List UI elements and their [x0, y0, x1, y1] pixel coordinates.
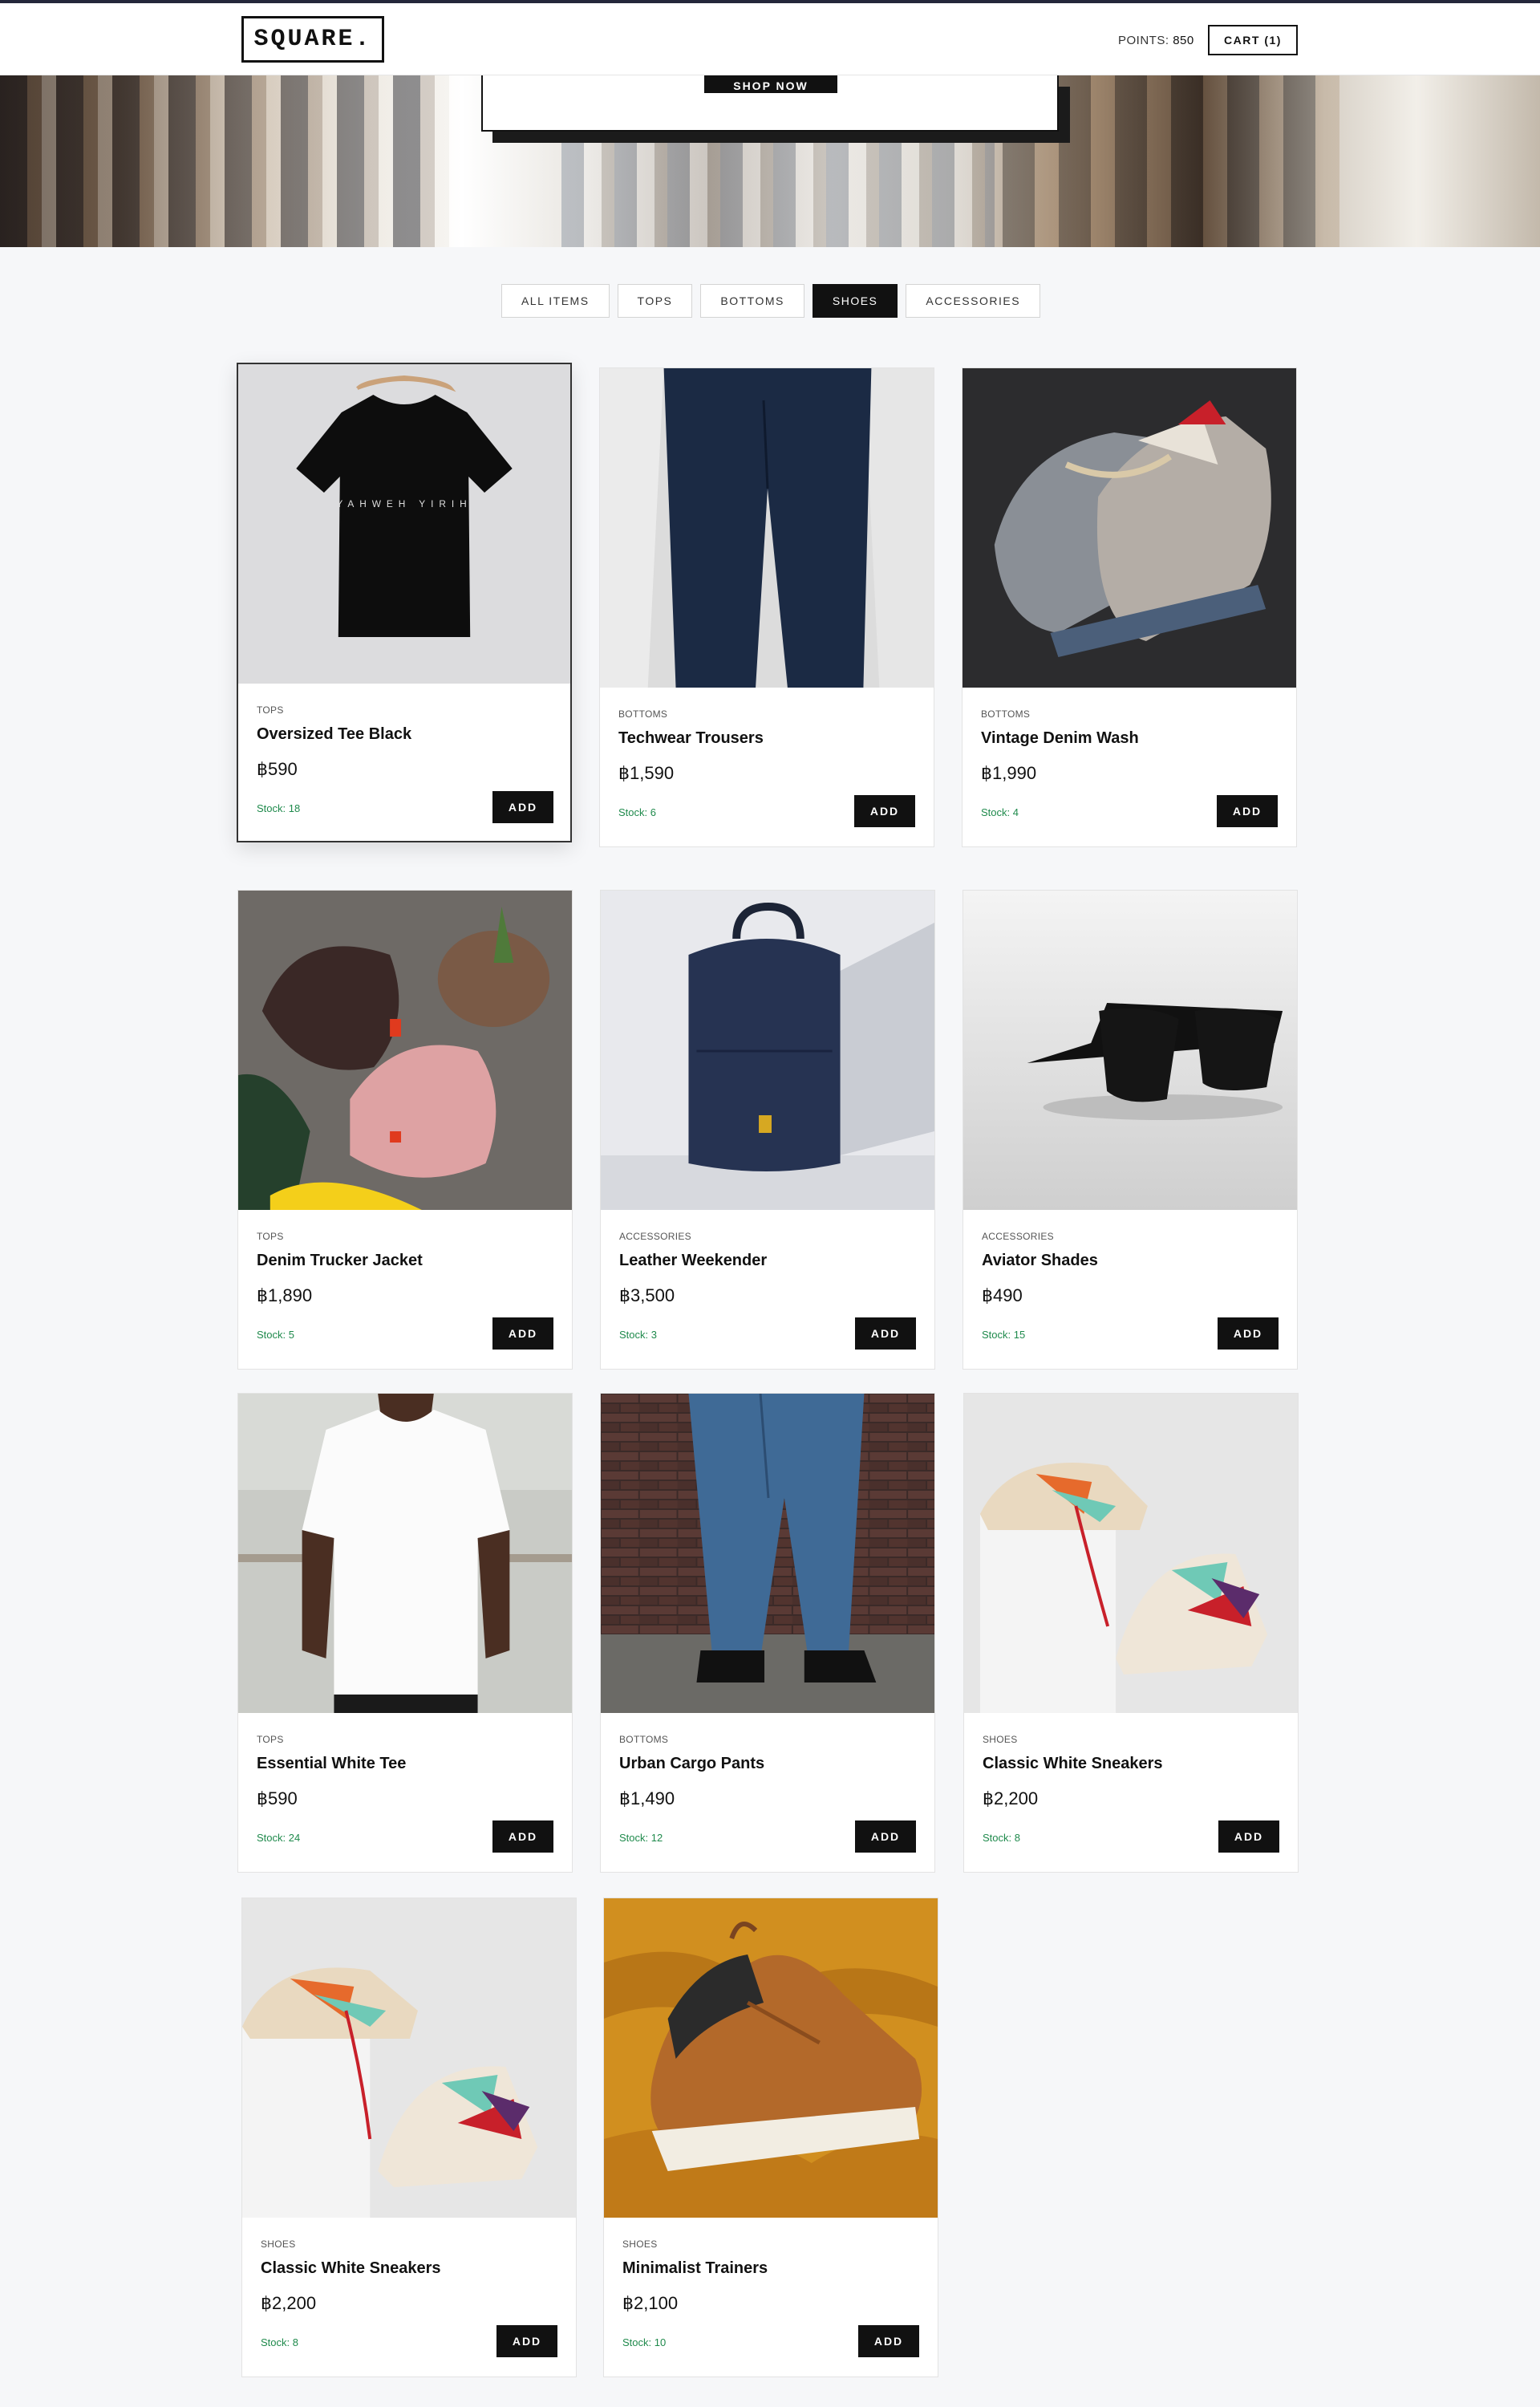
- product-stock: Stock: 8: [261, 2336, 298, 2348]
- product-category: ACCESSORIES: [982, 1231, 1054, 1242]
- product-card[interactable]: ACCESSORIES Aviator Shades ฿490 Stock: 1…: [962, 890, 1298, 1370]
- filter-bottoms[interactable]: BOTTOMS: [700, 284, 804, 318]
- beanies-image: [238, 891, 572, 1210]
- product-category: SHOES: [622, 2239, 658, 2250]
- product-stock: Stock: 8: [983, 1832, 1020, 1844]
- product-card[interactable]: BOTTOMS Techwear Trousers ฿1,590 Stock: …: [599, 367, 934, 847]
- product-name: Classic White Sneakers: [983, 1755, 1163, 1772]
- backpack-image: [601, 891, 934, 1210]
- product-price: ฿590: [257, 759, 298, 779]
- product-name: Essential White Tee: [257, 1755, 407, 1772]
- colorful-sneakers-image: [964, 1394, 1298, 1713]
- product-name: Vintage Denim Wash: [981, 729, 1139, 747]
- product-stock: Stock: 10: [622, 2336, 667, 2348]
- product-card[interactable]: YAHWEH YIRIH TOPS Oversized Tee Black ฿5…: [237, 363, 572, 842]
- product-name: Minimalist Trainers: [622, 2259, 768, 2277]
- add-to-cart-button[interactable]: ADD: [492, 1820, 553, 1853]
- product-category: SHOES: [983, 1734, 1018, 1745]
- filter-tops[interactable]: TOPS: [617, 284, 693, 318]
- product-card[interactable]: SHOES Classic White Sneakers ฿2,200 Stoc…: [963, 1393, 1299, 1873]
- add-to-cart-button[interactable]: ADD: [858, 2325, 919, 2357]
- add-to-cart-button[interactable]: ADD: [492, 791, 553, 823]
- product-stock: Stock: 3: [619, 1329, 657, 1341]
- product-category: ACCESSORIES: [619, 1231, 691, 1242]
- product-name: Urban Cargo Pants: [619, 1755, 765, 1772]
- jeans-image: [601, 1394, 934, 1713]
- points-label: POINTS:: [1118, 34, 1169, 47]
- product-name: Classic White Sneakers: [261, 2259, 441, 2277]
- product-card[interactable]: SHOES Minimalist Trainers ฿2,100 Stock: …: [603, 1898, 938, 2377]
- product-category: TOPS: [257, 1231, 284, 1242]
- product-category: TOPS: [257, 704, 284, 716]
- filter-all-items[interactable]: ALL ITEMS: [500, 284, 610, 318]
- product-card[interactable]: TOPS Essential White Tee ฿590 Stock: 24 …: [237, 1393, 573, 1873]
- product-stock: Stock: 15: [982, 1329, 1026, 1341]
- hero-card: SHOP NOW: [481, 75, 1059, 132]
- site-logo[interactable]: SQUARE.: [241, 16, 384, 63]
- category-filters: ALL ITEMS TOPS BOTTOMS SHOES ACCESSORIES: [0, 284, 1540, 318]
- product-price: ฿590: [257, 1788, 298, 1808]
- product-stock: Stock: 5: [257, 1329, 294, 1341]
- add-to-cart-button[interactable]: ADD: [492, 1317, 553, 1350]
- points-value: 850: [1173, 34, 1194, 47]
- product-stock: Stock: 12: [619, 1832, 663, 1844]
- product-card[interactable]: BOTTOMS Vintage Denim Wash ฿1,990 Stock:…: [962, 367, 1297, 847]
- add-to-cart-button[interactable]: ADD: [496, 2325, 557, 2357]
- points-display: POINTS: 850: [1118, 34, 1194, 47]
- product-category: BOTTOMS: [619, 1734, 669, 1745]
- product-category: SHOES: [261, 2239, 296, 2250]
- hero-clothing-rack-image: [0, 75, 449, 247]
- filter-accessories[interactable]: ACCESSORIES: [906, 284, 1041, 318]
- product-card[interactable]: TOPS Denim Trucker Jacket ฿1,890 Stock: …: [237, 890, 573, 1370]
- product-category: BOTTOMS: [981, 708, 1031, 720]
- grey-sneakers-image: [962, 368, 1296, 688]
- product-category: TOPS: [257, 1734, 284, 1745]
- add-to-cart-button[interactable]: ADD: [1218, 1820, 1279, 1853]
- product-stock: Stock: 24: [257, 1832, 301, 1844]
- cart-button[interactable]: CART (1): [1208, 25, 1298, 55]
- product-price: ฿1,490: [619, 1788, 675, 1808]
- product-price: ฿490: [982, 1285, 1023, 1305]
- black-tshirt-image: YAHWEH YIRIH: [238, 364, 570, 684]
- product-name: Aviator Shades: [982, 1252, 1098, 1269]
- navy-trousers-image: [600, 368, 934, 688]
- add-to-cart-button[interactable]: ADD: [855, 1317, 916, 1350]
- svg-text:YAHWEH YIRIH: YAHWEH YIRIH: [336, 498, 472, 509]
- site-header: SQUARE. POINTS: 850 CART (1): [0, 3, 1540, 75]
- product-name: Techwear Trousers: [618, 729, 764, 747]
- product-price: ฿2,200: [983, 1788, 1039, 1808]
- shop-now-button[interactable]: SHOP NOW: [704, 75, 837, 93]
- hero-banner: SHOP NOW: [0, 75, 1540, 247]
- product-price: ฿2,200: [261, 2293, 317, 2313]
- product-card[interactable]: SHOES Classic White Sneakers ฿2,200 Stoc…: [241, 1898, 577, 2377]
- product-card[interactable]: BOTTOMS Urban Cargo Pants ฿1,490 Stock: …: [600, 1393, 935, 1873]
- add-to-cart-button[interactable]: ADD: [1218, 1317, 1279, 1350]
- product-card[interactable]: ACCESSORIES Leather Weekender ฿3,500 Sto…: [600, 890, 935, 1370]
- add-to-cart-button[interactable]: ADD: [855, 1820, 916, 1853]
- product-price: ฿1,590: [618, 763, 675, 783]
- product-stock: Stock: 6: [618, 806, 656, 818]
- product-name: Denim Trucker Jacket: [257, 1252, 423, 1269]
- white-tshirt-image: [238, 1394, 572, 1713]
- product-price: ฿3,500: [619, 1285, 675, 1305]
- tan-sneaker-image: [604, 1898, 938, 2218]
- add-to-cart-button[interactable]: ADD: [1217, 795, 1278, 827]
- filter-shoes[interactable]: SHOES: [812, 284, 898, 318]
- product-name: Leather Weekender: [619, 1252, 768, 1269]
- product-price: ฿1,990: [981, 763, 1037, 783]
- product-category: BOTTOMS: [618, 708, 668, 720]
- product-price: ฿2,100: [622, 2293, 679, 2313]
- sunglasses-image: [963, 891, 1297, 1210]
- product-stock: Stock: 18: [257, 802, 301, 814]
- add-to-cart-button[interactable]: ADD: [854, 795, 915, 827]
- colorful-sneakers-image: [242, 1898, 576, 2218]
- product-stock: Stock: 4: [981, 806, 1019, 818]
- product-name: Oversized Tee Black: [257, 725, 412, 743]
- product-price: ฿1,890: [257, 1285, 313, 1305]
